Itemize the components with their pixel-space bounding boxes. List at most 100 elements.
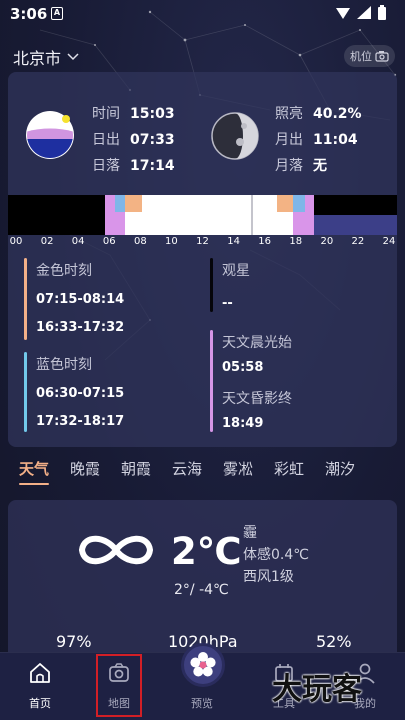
sun-position-icon [26,111,74,159]
forecast-tabs: 天气 晚霞 朝霞 云海 雾凇 彩虹 潮汐 [0,458,405,488]
status-bar: 3:06 A [0,0,405,28]
moonrise-time: 11:04 [313,132,358,148]
moon-illum: 40.2% [313,106,362,122]
nav-preview-label: 预览 [191,697,213,710]
sunset-time: 17:14 [130,158,175,174]
camera-icon [375,51,389,62]
preview-center-button[interactable] [181,643,225,687]
chevron-down-icon [67,53,79,61]
timeline-blue-hour-evening [293,195,305,212]
golden-hour-evening: 16:33-17:32 [36,320,125,335]
sun-moon-card: 时间 15:03 日出 07:33 日落 17:14 照亮 40.2% 月出 11:04 … [8,72,397,447]
golden-hour-title: 金色时刻 [36,263,92,279]
map-tab-highlight-box [96,654,142,717]
cloud-cover-value: 52% [316,632,352,651]
golden-hour-section: 金色时刻 07:15-08:14 16:33-17:32 [24,258,204,348]
astro-twilight-section: 天文晨光始 05:58 天文昏影终 18:49 [210,330,390,434]
timeline-blue-hour-morning [115,195,125,212]
sun-info: 时间 15:03 日出 07:33 日落 17:14 [92,101,175,179]
city-selector[interactable]: 北京市 [13,45,79,69]
sunrise-time: 07:33 [130,132,175,148]
tab-rainbow[interactable]: 彩虹 [274,458,304,479]
tab-cloud-sea[interactable]: 云海 [172,458,202,479]
tab-sunset-glow[interactable]: 晚霞 [70,458,100,479]
moonset-label: 月落 [275,158,303,174]
time-label: 时间 [92,106,120,122]
timeline-tick-label: 16 [258,236,272,247]
timeline-tick-label: 18 [289,236,303,247]
current-temperature: 2℃ [171,530,242,573]
timeline-tick-label: 08 [133,236,147,247]
notification-a-icon: A [51,7,63,20]
timeline-golden-hour-evening [277,195,293,212]
camera-position-button[interactable]: 机位 [344,45,395,67]
moon-phase-icon [211,112,259,160]
timeline-tick-label: 04 [71,236,85,247]
astro-dusk-title: 天文昏影终 [222,391,292,407]
timeline-tick-label: 10 [165,236,178,247]
timeline-ticks: 00 02 04 06 08 10 12 14 16 18 20 22 24 [8,236,397,250]
home-icon [30,663,50,683]
stargazing-value: -- [222,296,233,311]
timeline-tick-label: 22 [351,236,365,247]
weather-condition: 霾 [243,525,257,541]
blue-hour-title: 蓝色时刻 [36,357,92,373]
stargazing-section: 观星 -- [210,258,390,318]
wifi-icon [336,8,350,19]
astro-twilight-bar [210,330,213,432]
active-tab-indicator [19,483,49,485]
stargazing-bar [210,258,213,312]
tab-rime[interactable]: 雾凇 [223,458,253,479]
timeline-tick-label: 02 [40,236,54,247]
weather-details: 霾 体感0.4℃ 西风1级 [243,522,309,588]
camera-position-label: 机位 [350,50,372,63]
timeline-daylight-segment [142,195,277,235]
temperature-range: 2°/ -4℃ [174,582,229,598]
sunset-label: 日落 [92,158,120,174]
timeline-tick-label: 06 [102,236,116,247]
nav-home-label: 首页 [29,697,51,710]
moonset-time: 无 [313,158,327,174]
blue-hour-morning: 06:30-07:15 [36,386,125,401]
astro-dusk-value: 18:49 [222,416,264,431]
timeline-astro-dusk-segment [305,195,314,235]
tab-weather[interactable]: 天气 [19,458,49,479]
timeline-tick-label: 00 [9,236,23,247]
moon-info: 照亮 40.2% 月出 11:04 月落无 [275,101,362,179]
timeline-astro-dawn-segment [105,195,115,235]
blue-hour-bar [24,352,27,432]
watermark-text: 大玩客 [272,672,362,707]
stargazing-title: 观星 [222,263,250,279]
flower-icon [190,652,216,677]
tab-sunrise-glow[interactable]: 朝霞 [121,458,151,479]
astro-dawn-title: 天文晨光始 [222,335,292,351]
timeline-tick-label: 20 [320,236,334,247]
moonrise-label: 月出 [275,132,303,148]
golden-hour-morning: 07:15-08:14 [36,292,125,307]
sunrise-label: 日出 [92,132,120,148]
city-name: 北京市 [13,49,62,68]
battery-icon [378,7,386,20]
status-time: 3:06 [10,5,48,23]
timeline-tick-label: 14 [227,236,240,247]
system-status-icons [336,5,386,20]
astro-dawn-value: 05:58 [222,360,264,375]
timeline-tick-label: 12 [196,236,209,247]
weather-card: 2℃ 2°/ -4℃ 霾 体感0.4℃ 西风1级 97% 1020hPa 52% [8,500,397,660]
tab-tide[interactable]: 潮汐 [325,458,355,479]
current-time: 15:03 [130,106,175,122]
feels-like: 体感0.4℃ [243,547,309,563]
signal-icon [357,6,371,19]
humidity-value: 97% [56,632,92,651]
moon-illum-label: 照亮 [275,106,303,122]
daylight-timeline[interactable] [8,195,397,235]
blue-hour-evening: 17:32-18:17 [36,414,125,429]
blue-hour-section: 蓝色时刻 06:30-07:15 17:32-18:17 [24,352,204,442]
haze-infinity-icon [79,535,153,565]
nav-home[interactable]: 首页 [10,653,70,720]
golden-hour-bar [24,258,27,340]
timeline-golden-hour-morning [125,195,142,212]
timeline-moon-segment [314,215,397,235]
wind: 西风1级 [243,569,294,585]
timeline-tick-label: 24 [382,236,396,247]
